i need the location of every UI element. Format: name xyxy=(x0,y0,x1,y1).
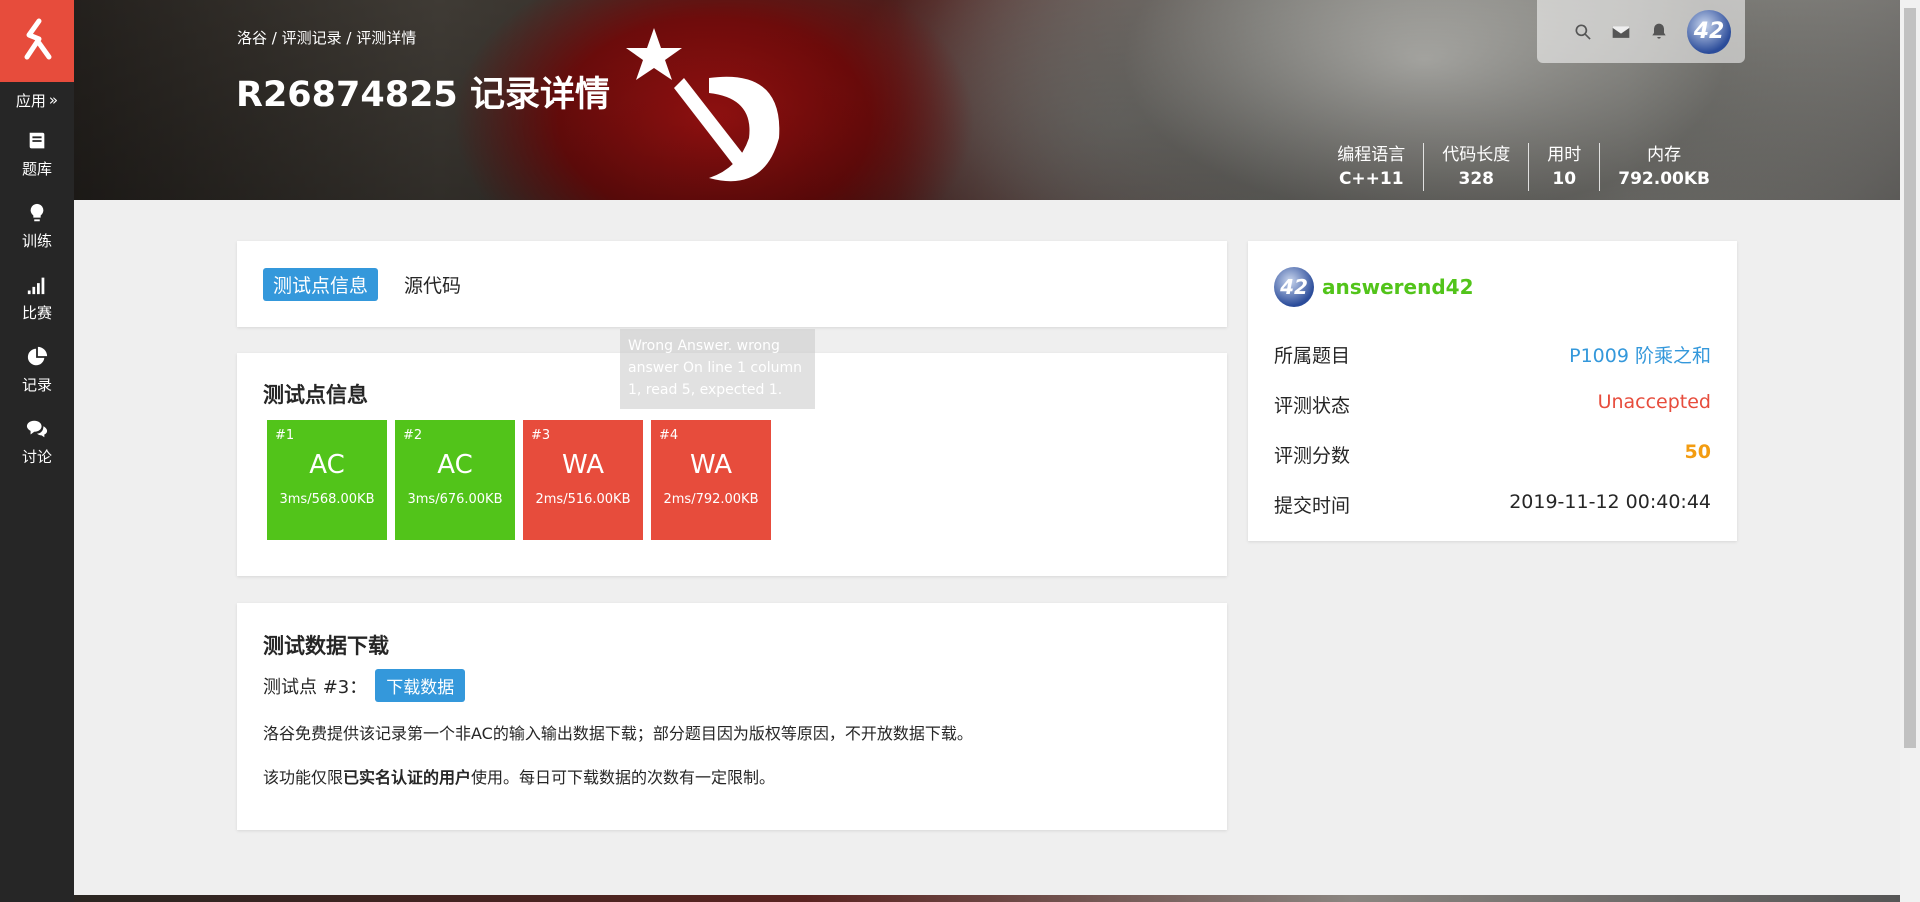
test-case[interactable]: #2 AC 3ms/676.00KB xyxy=(395,420,515,540)
data-download-card: 测试数据下载 测试点 #3： 下载数据 洛谷免费提供该记录第一个非AC的输入输出… xyxy=(237,603,1227,830)
test-case-list: #1 AC 3ms/568.00KB #2 AC 3ms/676.00KB #3… xyxy=(267,420,771,540)
case-time-memory: 2ms/516.00KB xyxy=(535,492,631,507)
section-title: 测试数据下载 xyxy=(263,634,389,658)
test-case[interactable]: #3 WA 2ms/516.00KB xyxy=(523,420,643,540)
test-result-tooltip: Wrong Answer. wrong answer On line 1 col… xyxy=(620,329,815,409)
stat-label: 编程语言 xyxy=(1337,145,1406,165)
mail-icon[interactable] xyxy=(1611,22,1631,42)
stat-label: 用时 xyxy=(1547,145,1582,165)
breadcrumb-current: 评测详情 xyxy=(356,29,417,47)
record-info-card: 42 answerend42 所属题目 P1009 阶乘之和 评测状态 Unac… xyxy=(1248,241,1737,541)
breadcrumb: 洛谷 / 评测记录 / 评测详情 xyxy=(237,29,417,47)
pie-chart-icon xyxy=(27,346,48,365)
tabs-card: 测试点信息 源代码 xyxy=(237,241,1227,327)
stat-value: C++11 xyxy=(1338,169,1404,189)
restriction-prefix: 该功能仅限 xyxy=(263,768,344,787)
stat-value: 792.00KB xyxy=(1618,169,1710,189)
page-scrollbar[interactable] xyxy=(1900,0,1920,902)
case-number: #4 xyxy=(659,428,679,443)
sidebar-item-label: 训练 xyxy=(21,231,52,250)
case-number: #2 xyxy=(403,428,423,443)
download-row: 测试点 #3： 下载数据 xyxy=(263,669,466,702)
bell-icon[interactable] xyxy=(1649,22,1669,42)
case-status: WA xyxy=(561,450,605,480)
info-row-status: 评测状态 Unaccepted xyxy=(1274,391,1711,418)
case-time-memory: 2ms/792.00KB xyxy=(663,492,759,507)
sidebar-item-contests[interactable]: 比赛 xyxy=(0,262,74,334)
case-time-memory: 3ms/676.00KB xyxy=(407,492,503,507)
stat-code-length: 代码长度 328 xyxy=(1423,143,1528,191)
scrollbar-thumb[interactable] xyxy=(1904,8,1916,748)
sidebar-item-label: 讨论 xyxy=(21,447,52,466)
avatar[interactable]: 42 xyxy=(1274,267,1314,307)
sidebar-item-discuss[interactable]: 讨论 xyxy=(0,406,74,478)
sidebar-item-training[interactable]: 训练 xyxy=(0,190,74,262)
download-data-button[interactable]: 下载数据 xyxy=(375,669,466,702)
restriction-bold: 已实名认证的用户 xyxy=(343,768,472,787)
sidebar-item-label: 记录 xyxy=(21,375,52,394)
hammer-sickle-emblem xyxy=(626,28,780,182)
case-number: #1 xyxy=(275,428,295,443)
info-key: 所属题目 xyxy=(1274,345,1351,367)
record-stats: 编程语言 C++11 代码长度 328 用时 10 内存 792.00KB xyxy=(1319,143,1728,191)
test-case[interactable]: #4 WA 2ms/792.00KB xyxy=(651,420,771,540)
breadcrumb-home[interactable]: 洛谷 xyxy=(237,29,267,47)
download-case-label: 测试点 #3： xyxy=(263,676,368,698)
tab-test-points[interactable]: 测试点信息 xyxy=(263,267,379,301)
download-notice: 洛谷免费提供该记录第一个非AC的输入输出数据下载；部分题目因为版权等原因，不开放… xyxy=(263,724,973,743)
user-avatar[interactable]: 42 xyxy=(1687,9,1731,54)
status-value: Unaccepted xyxy=(1597,391,1711,413)
user-row: 42 answerend42 xyxy=(1274,267,1474,307)
stat-memory: 内存 792.00KB xyxy=(1599,143,1728,191)
test-case[interactable]: #1 AC 3ms/568.00KB xyxy=(267,420,387,540)
tab-source-code[interactable]: 源代码 xyxy=(394,268,471,301)
info-row-problem: 所属题目 P1009 阶乘之和 xyxy=(1274,341,1711,368)
download-restriction: 该功能仅限已实名认证的用户使用。每日可下载数据的次数有一定限制。 xyxy=(263,764,775,788)
stat-value: 10 xyxy=(1552,169,1577,189)
signal-bars-icon xyxy=(27,277,45,294)
case-time-memory: 3ms/568.00KB xyxy=(279,492,375,507)
stat-label: 内存 xyxy=(1647,145,1682,165)
chat-bubbles-icon xyxy=(26,420,48,437)
search-icon[interactable] xyxy=(1573,22,1593,42)
top-user-bar: 42 xyxy=(1537,0,1745,63)
submit-time-value: 2019-11-12 00:40:44 xyxy=(1509,491,1711,513)
case-status: AC xyxy=(309,450,345,480)
sidebar: 应用 » 题库 训练 比赛 记录 讨论 xyxy=(0,0,74,902)
info-key: 评测状态 xyxy=(1274,395,1351,417)
luogu-logo[interactable] xyxy=(0,0,74,82)
stat-value: 328 xyxy=(1458,169,1495,189)
username-link[interactable]: answerend42 xyxy=(1322,275,1474,299)
case-status: WA xyxy=(689,450,733,480)
sidebar-item-label: 题库 xyxy=(21,159,52,178)
breadcrumb-records[interactable]: 评测记录 xyxy=(282,29,342,47)
stat-label: 代码长度 xyxy=(1442,145,1511,165)
stat-time: 用时 10 xyxy=(1528,143,1599,191)
double-chevron-right-icon: » xyxy=(48,91,59,109)
lightbulb-icon xyxy=(30,203,44,221)
info-row-submit-time: 提交时间 2019-11-12 00:40:44 xyxy=(1274,491,1711,518)
sidebar-item-problems[interactable]: 题库 xyxy=(0,118,74,190)
info-row-score: 评测分数 50 xyxy=(1274,441,1711,468)
restriction-suffix: 使用。每日可下载数据的次数有一定限制。 xyxy=(471,768,776,787)
apps-label: 应用 xyxy=(15,91,46,110)
problem-link[interactable]: P1009 阶乘之和 xyxy=(1569,341,1711,368)
footer-banner-strip xyxy=(74,895,1900,902)
apps-toggle[interactable]: 应用 » xyxy=(0,82,74,118)
info-key: 评测分数 xyxy=(1274,445,1351,467)
sidebar-item-records[interactable]: 记录 xyxy=(0,334,74,406)
section-title: 测试点信息 xyxy=(263,383,368,407)
sidebar-item-label: 比赛 xyxy=(21,303,52,322)
book-icon xyxy=(29,132,45,148)
page-title: R26874825 记录详情 xyxy=(236,75,610,115)
case-number: #3 xyxy=(531,428,551,443)
stat-language: 编程语言 C++11 xyxy=(1319,143,1423,191)
info-key: 提交时间 xyxy=(1274,495,1351,517)
logo-icon xyxy=(24,18,52,60)
score-value: 50 xyxy=(1684,441,1711,463)
case-status: AC xyxy=(437,450,473,480)
